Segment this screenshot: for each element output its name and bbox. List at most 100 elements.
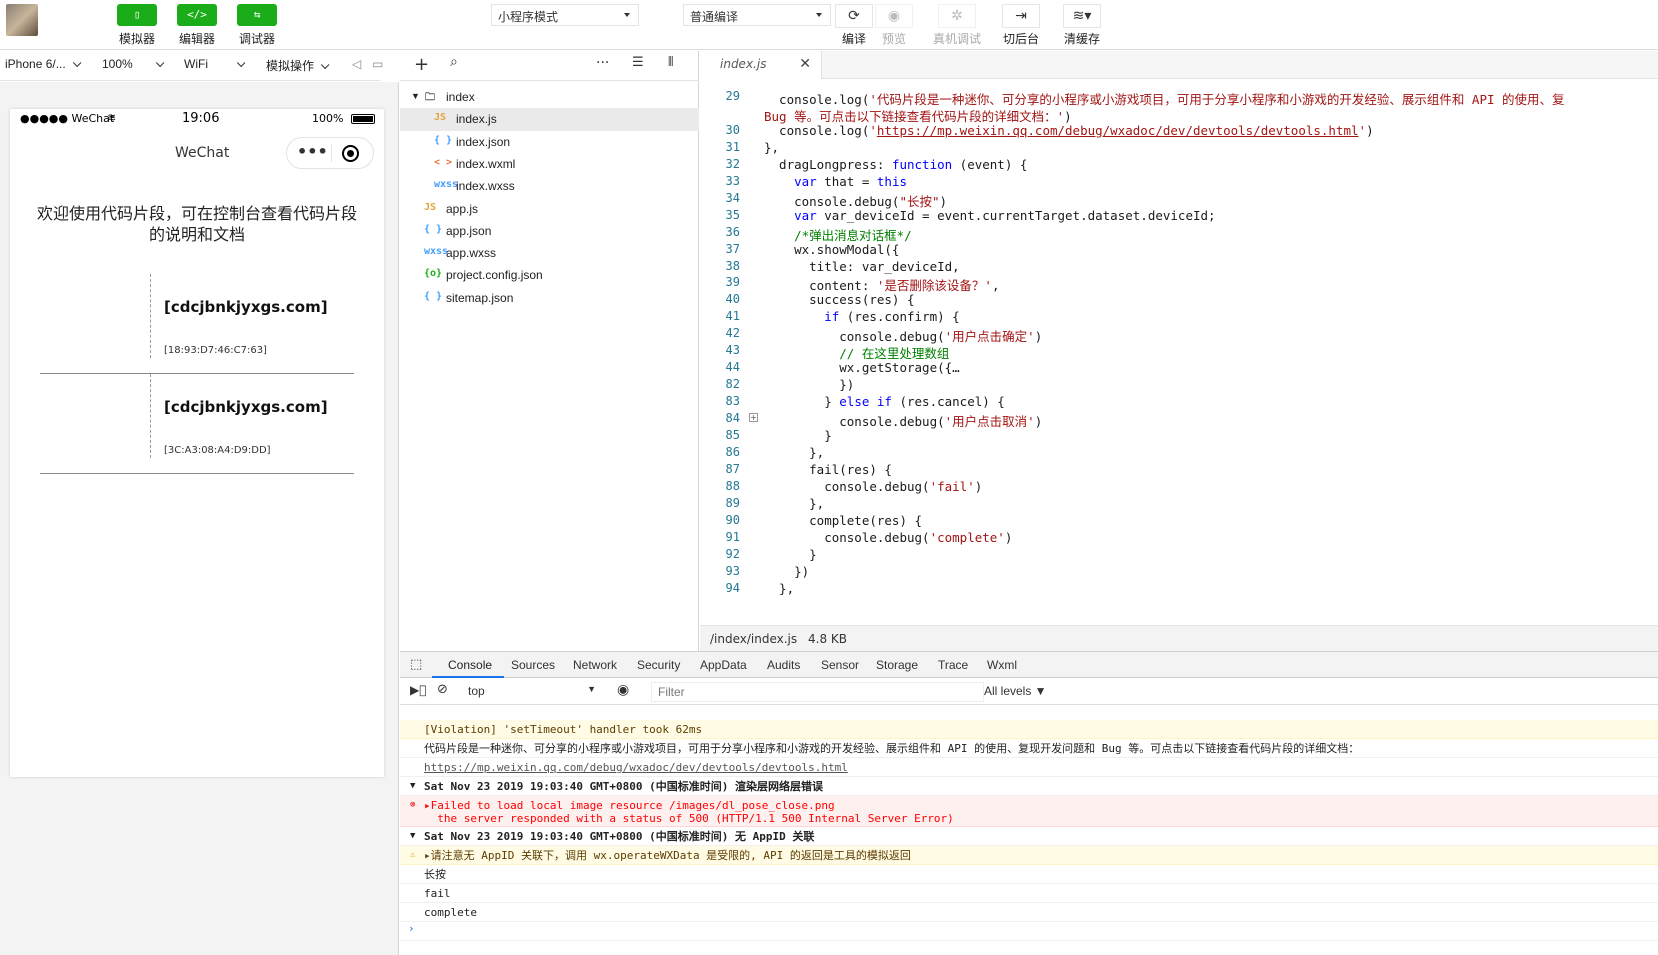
code-text: complete(res) { xyxy=(764,512,923,528)
console-group-header[interactable]: ▼ Sat Nov 23 2019 19:03:40 GMT+0800 (中国标准… xyxy=(400,777,1658,796)
sidebar-toggle-icon[interactable]: ▶⃞ xyxy=(410,683,426,697)
welcome-text: 欢迎使用代码片段，可在控制台查看代码片段的说明和文档 xyxy=(36,204,357,244)
line-number: 35 xyxy=(725,207,740,222)
code-text: wx.showModal({ xyxy=(764,241,900,257)
device-list-item[interactable]: [cdcjbnkjyxgs.com] [3C:A3:08:A4:D9:DD] xyxy=(40,374,354,474)
file-name: sitemap.json xyxy=(446,290,514,305)
tab-security[interactable]: Security xyxy=(637,658,680,672)
more-icon[interactable]: ••• xyxy=(297,142,328,161)
wxss-file-icon: wxss xyxy=(424,246,449,258)
context-select[interactable]: top ▼ xyxy=(462,682,602,702)
clear-console-icon[interactable]: ⊘ xyxy=(437,682,448,697)
editor-toggle-button[interactable]: </> xyxy=(177,4,217,26)
file-tree-item[interactable]: JS app.js xyxy=(400,198,699,221)
console-group-header[interactable]: ▼ Sat Nov 23 2019 19:03:40 GMT+0800 (中国标准… xyxy=(400,827,1658,846)
code-line: 44 wx.getStorage({… xyxy=(700,360,1658,378)
line-number: 85 xyxy=(725,428,740,442)
chevron-down-icon xyxy=(155,58,165,68)
tab-storage[interactable]: Storage xyxy=(876,658,918,672)
file-tree-item[interactable]: {o} project.config.json xyxy=(400,264,699,287)
simulate-ops-select[interactable]: 模拟操作 xyxy=(266,57,330,74)
compile-mode-select[interactable]: 普通编译 xyxy=(683,4,831,26)
console-filter-input[interactable] xyxy=(651,682,984,702)
debugger-toggle-button[interactable]: ⇆ xyxy=(237,4,277,26)
preview-button[interactable]: ◉ xyxy=(875,4,913,28)
file-name: app.json xyxy=(446,223,492,238)
fold-expand-icon[interactable]: + xyxy=(749,413,758,422)
clear-cache-button[interactable]: ≋▾ xyxy=(1063,4,1101,28)
debug-icon: ⇆ xyxy=(253,8,261,21)
eye-icon[interactable]: ◉ xyxy=(617,682,629,698)
editor-tabs: index.js ✕ xyxy=(700,51,1658,79)
device-id: [18:93:D7:46:C7:63] xyxy=(164,345,267,356)
console-text: ▸请注意无 AppID 关联下，调用 wx.operateWXData 是受限的… xyxy=(424,849,911,862)
volume-icon[interactable]: ◁ xyxy=(352,57,361,71)
file-tree-item[interactable]: ▼ 🗀 index xyxy=(400,86,699,109)
compile-button[interactable]: ⟳ xyxy=(835,4,873,28)
bug-icon: ✲ xyxy=(951,8,963,24)
chevron-down-icon[interactable]: ▼ xyxy=(411,91,420,101)
line-number: 31 xyxy=(725,139,740,154)
preview-label: 预览 xyxy=(881,32,906,46)
file-tree-item[interactable]: { } app.json xyxy=(400,220,699,243)
code-line: 43 // 在这里处理数组 xyxy=(700,343,1658,361)
line-number: 36 xyxy=(725,224,740,239)
search-icon[interactable]: ⌕ xyxy=(450,54,458,70)
json-file-icon: { } xyxy=(424,223,443,235)
simulator-toggle-button[interactable]: ▯ xyxy=(117,4,157,26)
line-number: 88 xyxy=(725,478,740,493)
console-message[interactable]: https://mp.weixin.qq.com/debug/wxadoc/de… xyxy=(400,758,1658,777)
log-levels-select[interactable]: All levels ▼ xyxy=(984,684,1047,698)
simulator-bar: iPhone 6/... 100% WiFi 模拟操作 ◁ ▭ xyxy=(0,51,383,81)
code-text: }) xyxy=(764,377,855,393)
code-text: var var_deviceId = event.currentTarget.d… xyxy=(794,207,1216,223)
window-icon[interactable]: ▭ xyxy=(372,57,383,71)
tab-network[interactable]: Network xyxy=(573,658,617,672)
network-select[interactable]: WiFi xyxy=(184,57,250,71)
background-switch-button[interactable]: ⇥ xyxy=(1002,4,1040,28)
collapse-icon[interactable]: ☰ xyxy=(632,55,644,70)
tab-wxml[interactable]: Wxml xyxy=(987,658,1017,672)
zoom-select[interactable]: 100% xyxy=(102,57,166,71)
file-tree-item[interactable]: wxss app.wxss xyxy=(400,242,699,265)
more-options-icon[interactable]: ··· xyxy=(596,55,609,71)
file-tree-item[interactable]: wxss index.wxss xyxy=(400,175,699,198)
tab-appdata[interactable]: AppData xyxy=(700,658,747,672)
device-select[interactable]: iPhone 6/... xyxy=(5,57,82,71)
split-panel-icon[interactable]: ⫴ xyxy=(668,55,673,70)
line-number: 93 xyxy=(725,563,740,578)
close-miniprogram-icon[interactable] xyxy=(342,145,359,162)
tab-trace[interactable]: Trace xyxy=(938,658,968,672)
tab-sources[interactable]: Sources xyxy=(511,658,555,672)
code-text: }, xyxy=(764,580,795,596)
chevron-down-icon[interactable]: ▼ xyxy=(410,830,415,843)
code-line: 32 dragLongpress: function (event) { xyxy=(700,157,1658,175)
file-tree-item[interactable]: { } index.json xyxy=(400,131,699,154)
file-tree-item[interactable]: JS index.js xyxy=(400,108,699,132)
tab-sensor[interactable]: Sensor xyxy=(821,658,859,672)
user-avatar[interactable] xyxy=(6,4,38,36)
editor-status-bar: /index/index.js 4.8 KB xyxy=(700,625,1658,651)
chevron-down-icon: ▼ xyxy=(587,684,596,694)
close-icon[interactable]: ✕ xyxy=(799,56,811,72)
remote-debug-label: 真机调试 xyxy=(932,32,981,46)
code-line: 30 console.log('https://mp.weixin.qq.com… xyxy=(700,123,1658,141)
line-number: 39 xyxy=(725,275,740,290)
add-file-icon[interactable]: + xyxy=(414,54,429,75)
file-tree-item[interactable]: { } sitemap.json xyxy=(400,287,699,310)
tab-console[interactable]: Console xyxy=(448,658,492,672)
tab-index-js[interactable]: index.js ✕ xyxy=(700,51,822,79)
tab-audits[interactable]: Audits xyxy=(767,658,800,672)
inspect-element-icon[interactable]: ⬚ xyxy=(410,657,422,672)
console-prompt[interactable]: › xyxy=(400,922,1658,941)
project-mode-select[interactable]: 小程序模式 xyxy=(491,4,639,26)
device-list-item[interactable]: [cdcjbnkjyxgs.com] [18:93:D7:46:C7:63] xyxy=(40,274,354,374)
file-tree-item[interactable]: < > index.wxml xyxy=(400,153,699,176)
line-number: 91 xyxy=(725,529,740,544)
chevron-down-icon[interactable]: ▼ xyxy=(410,780,415,793)
remote-debug-button[interactable]: ✲ xyxy=(938,4,976,28)
code-line: 31}, xyxy=(700,140,1658,158)
phone-screen[interactable]: ●●●●● WeChat ≋ 19:06 100% WeChat ••• 欢迎使… xyxy=(10,109,384,777)
debugger-label: 调试器 xyxy=(238,32,275,46)
code-area[interactable]: 29 console.log('代码片段是一种迷你、可分享的小程序或小游戏项目，… xyxy=(700,79,1658,625)
